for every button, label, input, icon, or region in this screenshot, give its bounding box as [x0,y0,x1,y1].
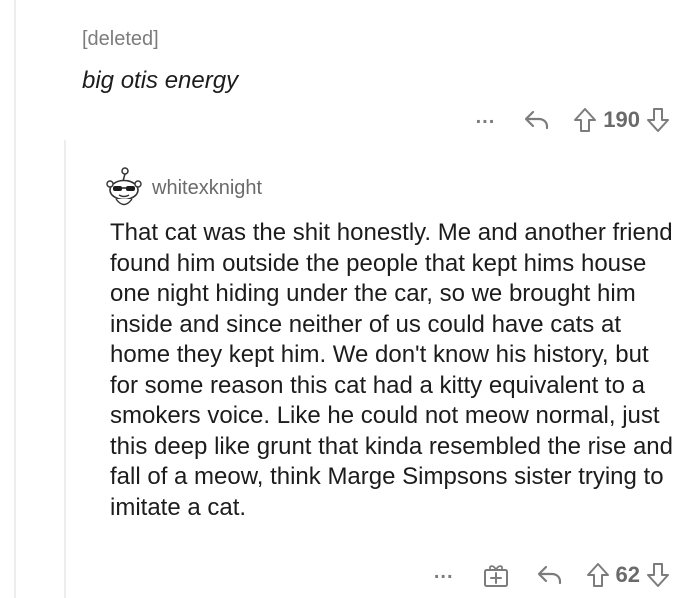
more-options-button[interactable]: ... [434,562,454,588]
parent-comment-author: [deleted] [82,28,159,50]
child-comment-actions: ... 62 [434,559,670,591]
thread-line-outer[interactable] [14,0,16,598]
downvote-arrow-icon [647,108,669,132]
thread-line-inner[interactable] [64,140,66,598]
upvote-arrow-icon [586,563,609,587]
upvote-button[interactable] [573,107,597,133]
upvote-arrow-icon [574,108,597,132]
reply-arrow-icon [537,565,561,585]
child-score: 62 [615,562,640,587]
parent-score: 190 [603,107,640,132]
snoo-avatar-icon[interactable] [104,166,144,210]
more-options-button[interactable]: ... [476,107,496,133]
child-comment-header: whitexknight [104,166,262,210]
child-comment-body: That cat was the shit honestly. Me and a… [110,219,674,521]
reply-button[interactable] [536,564,564,586]
downvote-button[interactable] [646,562,670,588]
reply-arrow-icon [525,110,549,130]
child-comment-author[interactable]: whitexknight [152,177,262,200]
parent-comment-body: big otis energy [82,67,239,94]
award-button[interactable] [482,561,510,589]
gift-award-icon [483,565,508,587]
upvote-button[interactable] [586,562,610,588]
parent-comment-actions: ... 190 [476,104,670,136]
downvote-arrow-icon [647,563,669,587]
reply-button[interactable] [523,109,551,131]
downvote-button[interactable] [646,107,670,133]
